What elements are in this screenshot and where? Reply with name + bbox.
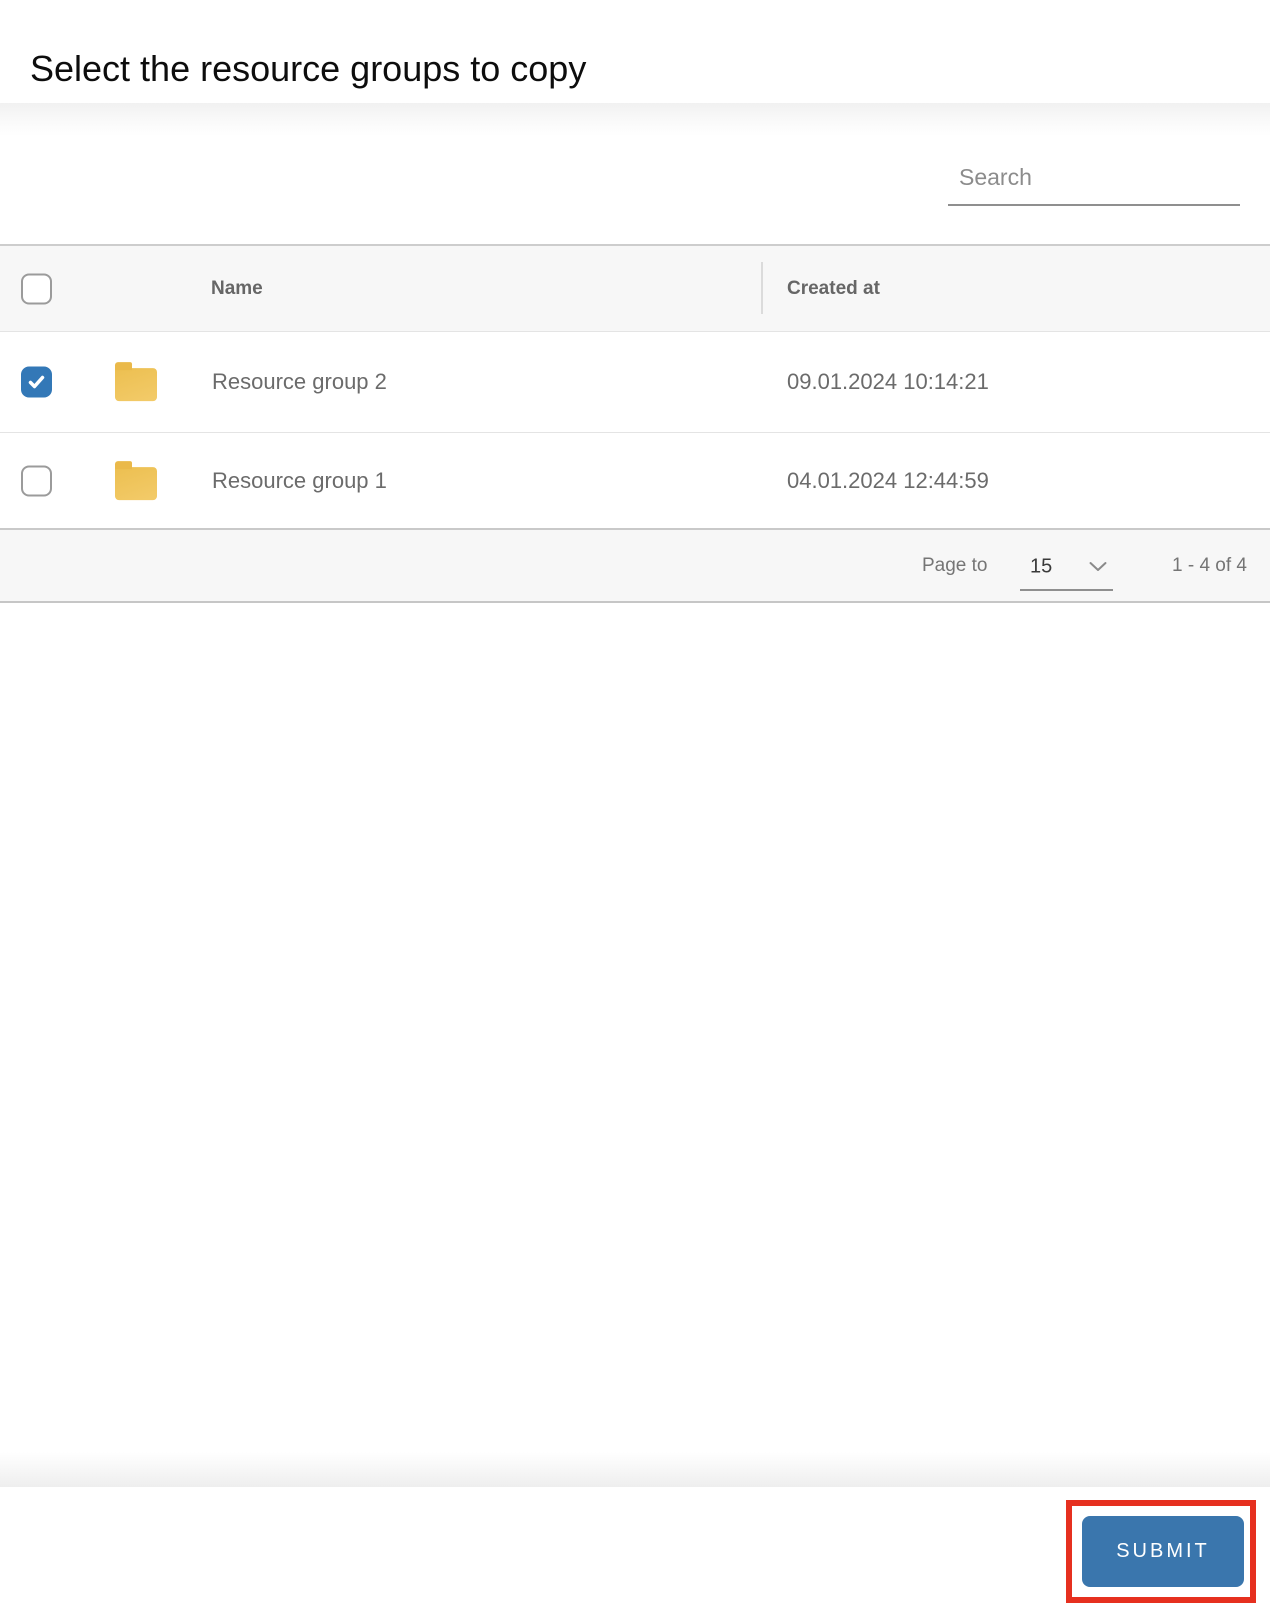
column-header-name: Name	[211, 277, 263, 299]
row-checkbox[interactable]	[21, 366, 52, 398]
table-row[interactable]: Resource group 2 09.01.2024 10:14:21	[0, 332, 1270, 433]
pagination-range-label: 1 - 4 of 4	[1172, 554, 1247, 576]
search-input[interactable]	[948, 156, 1240, 206]
row-created-at-label: 04.01.2024 12:44:59	[787, 467, 989, 493]
resource-group-dialog: Select the resource groups to copy Name …	[0, 0, 1270, 1614]
column-header-created-at: Created at	[787, 277, 880, 299]
table-pagination-bar: Page to 15 1 - 4 of 4	[0, 528, 1270, 603]
submit-button[interactable]: SUBMIT	[1082, 1516, 1244, 1587]
folder-icon	[115, 362, 157, 402]
page-title: Select the resource groups to copy	[30, 48, 587, 90]
row-name-label: Resource group 1	[212, 467, 387, 493]
column-divider	[761, 262, 763, 314]
select-all-checkbox[interactable]	[21, 273, 52, 304]
header-scroll-shadow	[0, 103, 1270, 136]
page-to-label: Page to	[922, 554, 988, 576]
dialog-action-bar	[0, 1487, 1270, 1614]
checkmark-icon	[28, 375, 45, 389]
page-size-value: 15	[1030, 555, 1053, 578]
footer-scroll-shadow	[0, 1452, 1270, 1487]
table-header: Name Created at	[0, 244, 1270, 332]
folder-icon	[115, 460, 157, 500]
row-name-label: Resource group 2	[212, 369, 387, 394]
page-size-select[interactable]: 15	[1020, 545, 1113, 591]
row-checkbox[interactable]	[21, 465, 52, 496]
table-row[interactable]: Resource group 1 04.01.2024 12:44:59	[0, 433, 1270, 528]
chevron-down-icon	[1089, 562, 1107, 571]
row-created-at-label: 09.01.2024 10:14:21	[787, 369, 989, 394]
